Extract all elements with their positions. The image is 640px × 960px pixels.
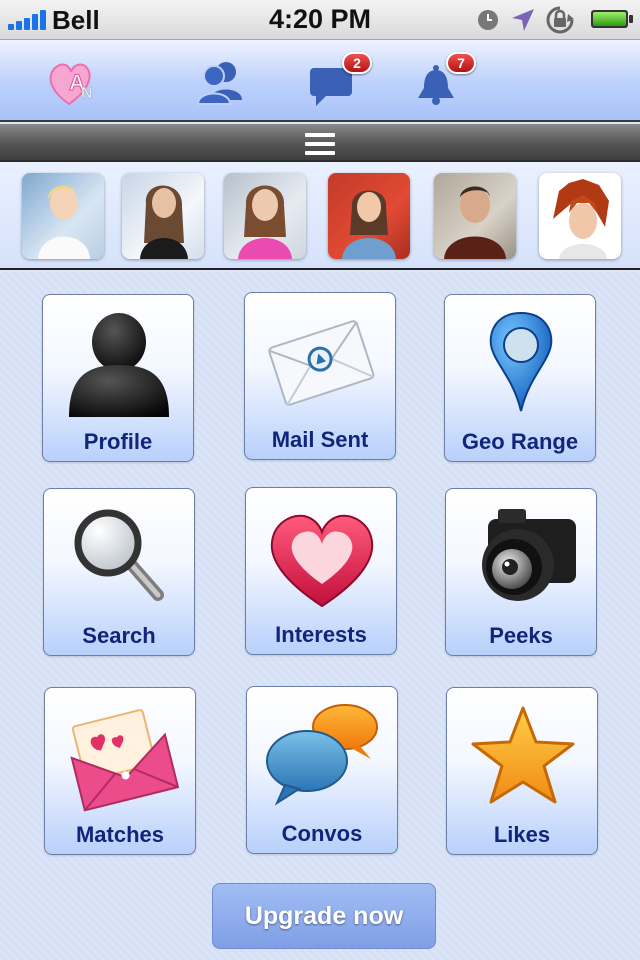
profile-photo[interactable]	[539, 173, 621, 259]
people-icon	[196, 62, 242, 105]
profile-tile[interactable]: Profile	[42, 294, 194, 462]
messages-button[interactable]: 2	[308, 52, 372, 110]
profile-photo[interactable]	[22, 173, 104, 259]
hamburger-menu-icon[interactable]	[305, 133, 335, 155]
tile-label: Peeks	[489, 623, 553, 648]
profile-photo[interactable]	[122, 173, 204, 259]
profile-photo[interactable]	[434, 173, 516, 259]
likes-tile[interactable]: Likes	[446, 687, 598, 855]
menu-strip	[0, 124, 640, 162]
clock-icon	[478, 10, 498, 30]
profile-photo[interactable]	[224, 173, 306, 259]
profile-photo[interactable]	[328, 173, 410, 259]
notifications-button[interactable]: 7	[412, 52, 476, 110]
app-logo-button[interactable]: A N	[45, 54, 105, 110]
geo-range-tile[interactable]: Geo Range	[444, 294, 596, 462]
top-nav-bar: A N 2 7	[0, 40, 640, 122]
rotation-lock-icon	[546, 6, 574, 34]
friends-button[interactable]	[190, 54, 250, 110]
tile-label: Convos	[281, 821, 363, 846]
svg-text:N: N	[81, 85, 93, 102]
search-tile[interactable]: Search	[43, 488, 195, 656]
tile-label: Geo Range	[461, 429, 579, 454]
tile-label: Mail Sent	[271, 427, 369, 452]
status-bar: Bell 4:20 PM	[0, 0, 640, 40]
peeks-tile[interactable]: Peeks	[445, 488, 597, 656]
tile-label: Likes	[493, 822, 551, 847]
tile-label: Matches	[75, 822, 165, 847]
envelope-icon	[268, 320, 375, 407]
person-photo-icon	[444, 186, 506, 259]
love-letter-icon	[70, 709, 180, 812]
tile-label: Search	[82, 623, 156, 648]
tile-label: Profile	[83, 429, 153, 454]
star-icon	[471, 706, 575, 804]
app-logo-icon: A N	[49, 63, 93, 106]
upgrade-button[interactable]: Upgrade now	[212, 883, 436, 949]
person-photo-icon	[342, 190, 396, 259]
person-photo-icon	[38, 185, 90, 259]
speech-bubbles-icon	[266, 704, 378, 806]
photo-strip	[0, 162, 640, 270]
convos-tile[interactable]: Convos	[246, 686, 398, 854]
magnifying-glass-icon	[74, 509, 164, 601]
person-silhouette-icon	[69, 313, 169, 417]
matches-tile[interactable]: Matches	[44, 687, 196, 855]
map-pin-icon	[489, 311, 553, 412]
tile-label: Interests	[275, 622, 367, 647]
camera-icon	[482, 509, 576, 601]
person-photo-icon	[140, 185, 188, 259]
heart-icon	[270, 514, 374, 608]
location-arrow-icon	[512, 9, 534, 31]
battery-full-icon	[591, 10, 633, 28]
mail-sent-tile[interactable]: Mail Sent	[244, 292, 396, 460]
notifications-badge: 7	[446, 52, 476, 74]
person-photo-icon	[238, 185, 292, 259]
messages-badge: 2	[342, 52, 372, 74]
interests-tile[interactable]: Interests	[245, 487, 397, 655]
person-photo-icon	[553, 179, 609, 259]
